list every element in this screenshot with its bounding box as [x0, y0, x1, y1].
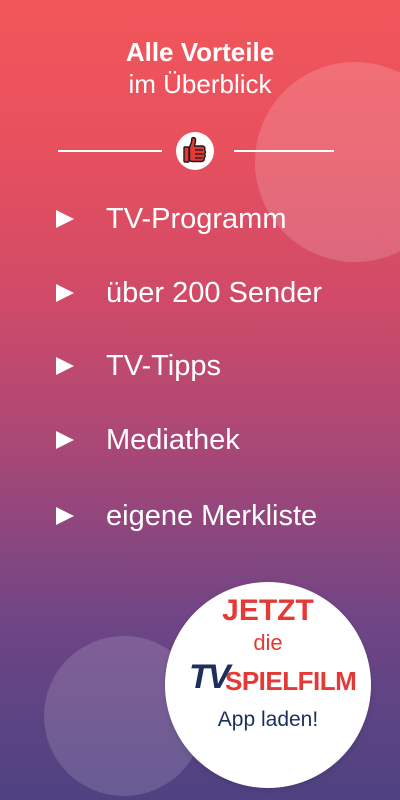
list-item: Mediathek: [56, 420, 240, 460]
list-item: eigene Merkliste: [56, 496, 317, 536]
list-item: über 200 Sender: [56, 273, 322, 313]
promo-banner: Alle Vorteile im Überblick TV-Programm ü…: [0, 0, 400, 800]
play-arrow-icon: [56, 210, 74, 228]
cta-line-jetzt: JETZT: [222, 594, 314, 627]
benefit-label: TV-Tipps: [106, 349, 221, 382]
benefit-label: TV-Programm: [106, 202, 287, 235]
benefit-list: TV-Programm über 200 Sender TV-Tipps Med…: [0, 0, 400, 560]
download-app-button[interactable]: JETZT die TV SPIELFILM App laden!: [165, 582, 371, 788]
play-arrow-icon: [56, 357, 74, 375]
play-arrow-icon: [56, 284, 74, 302]
list-item: TV-Programm: [56, 199, 286, 239]
play-arrow-icon: [56, 507, 74, 525]
logo-tv-mark: TV: [189, 658, 230, 696]
logo-wordmark: SPIELFILM: [225, 666, 357, 696]
benefit-label: eigene Merkliste: [106, 499, 318, 532]
play-arrow-icon: [56, 431, 74, 449]
benefit-label: Mediathek: [106, 423, 240, 456]
benefit-label: über 200 Sender: [106, 276, 323, 309]
list-item: TV-Tipps: [56, 346, 221, 386]
cta-line-die: die: [253, 630, 283, 655]
tv-spielfilm-logo: TV SPIELFILM: [189, 658, 357, 698]
cta-line-app: App laden!: [217, 708, 319, 731]
